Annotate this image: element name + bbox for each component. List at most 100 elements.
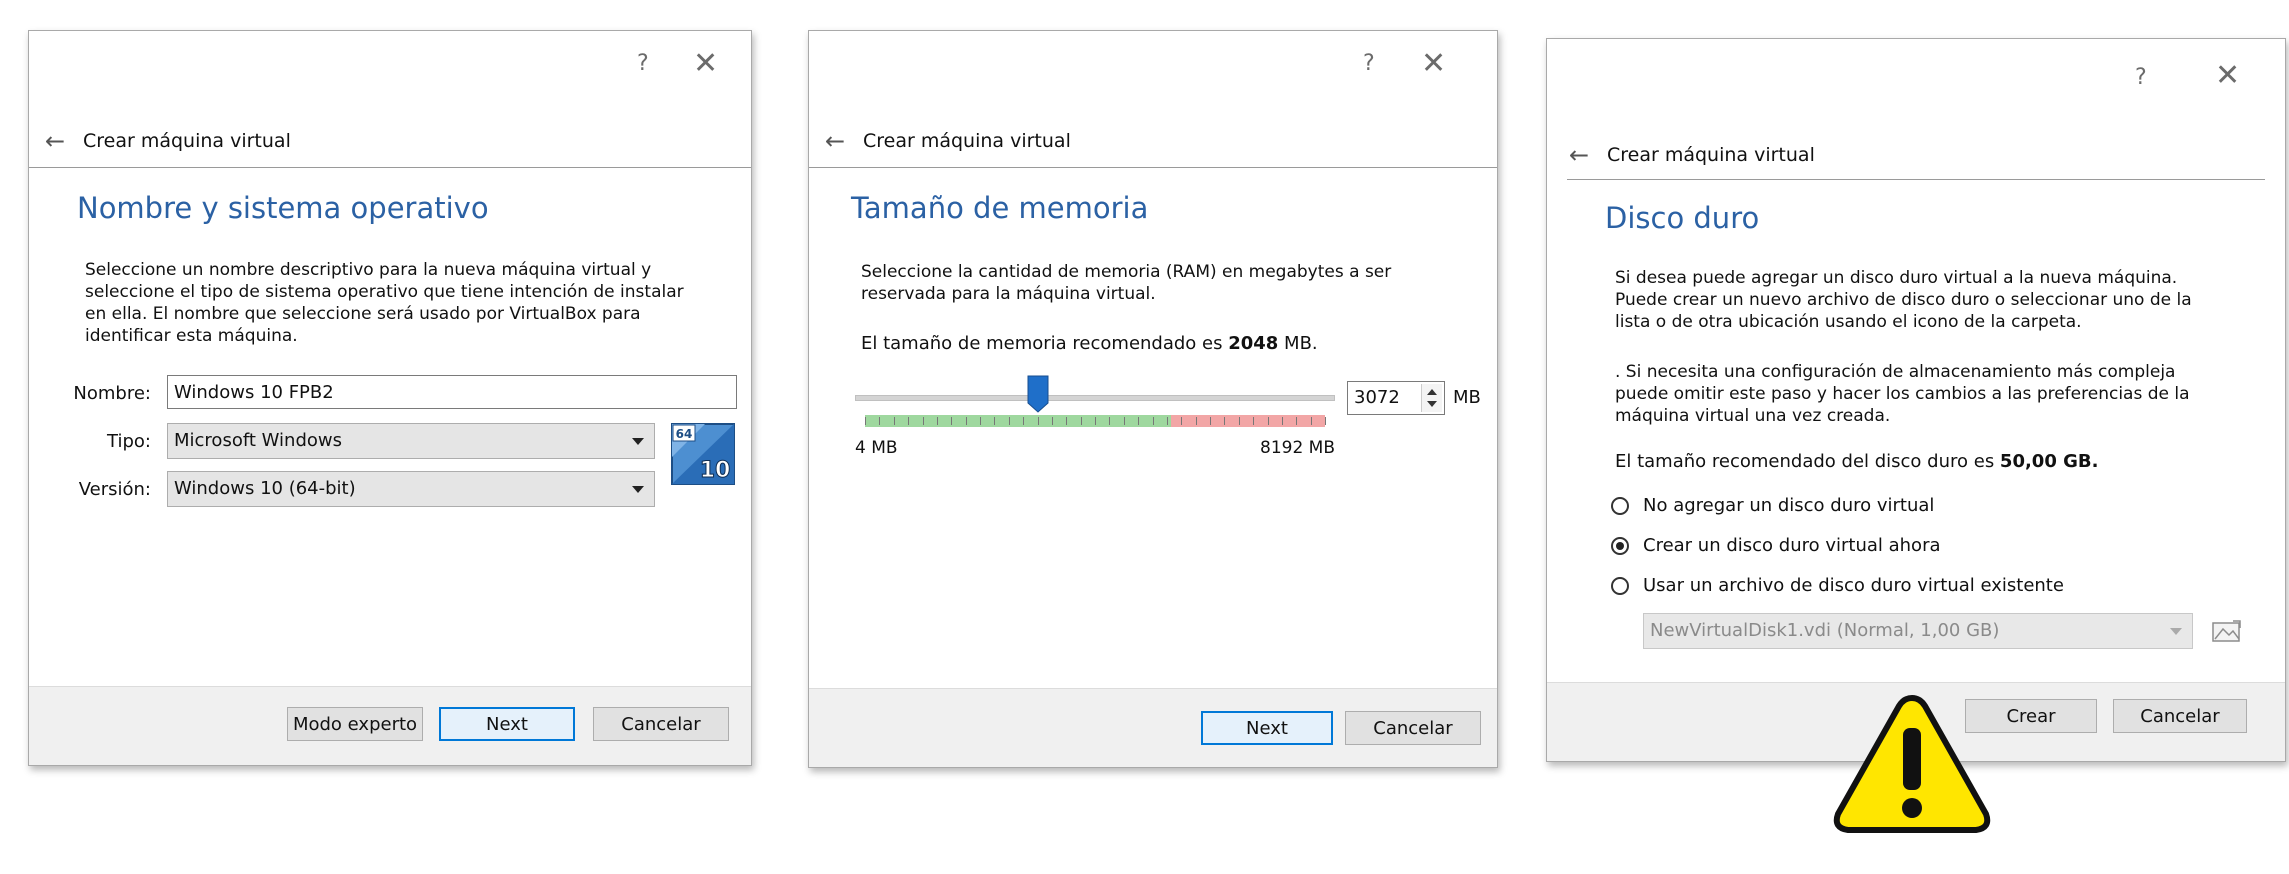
- slider-tick: [1009, 417, 1010, 425]
- memory-slider[interactable]: [855, 371, 1335, 427]
- dialog-name-os: ? ✕ ← Crear máquina virtual Nombre y sis…: [28, 30, 752, 766]
- slider-tick: [1124, 417, 1125, 425]
- radio-existing-disk[interactable]: Usar un archivo de disco duro virtual ex…: [1611, 575, 2064, 596]
- slider-tick: [1282, 417, 1283, 425]
- description: Seleccione la cantidad de memoria (RAM) …: [861, 261, 1391, 305]
- recommended-value: 2048: [1228, 333, 1279, 354]
- header-separator: [1567, 179, 2265, 180]
- recommended-prefix: El tamaño recomendado del disco duro es: [1615, 451, 2000, 472]
- windows-10-os-icon: 64 10: [671, 423, 735, 485]
- cancel-button[interactable]: Cancelar: [1345, 711, 1481, 745]
- slider-tick: [1052, 417, 1053, 425]
- expert-mode-button[interactable]: Modo experto: [287, 707, 423, 741]
- existing-disk-value: NewVirtualDisk1.vdi (Normal, 1,00 GB): [1650, 620, 2000, 641]
- name-field[interactable]: [167, 375, 737, 409]
- slider-min-label: 4 MB: [855, 438, 898, 458]
- folder-browse-icon[interactable]: [2211, 617, 2243, 645]
- slider-tick: [1167, 417, 1168, 425]
- existing-disk-select[interactable]: NewVirtualDisk1.vdi (Normal, 1,00 GB): [1643, 613, 2193, 649]
- close-icon[interactable]: ✕: [1421, 49, 1446, 79]
- next-button[interactable]: Next: [1201, 711, 1333, 745]
- slider-tick: [1325, 417, 1326, 425]
- back-arrow-icon[interactable]: ←: [825, 127, 863, 155]
- cancel-button[interactable]: Cancelar: [2113, 699, 2247, 733]
- header-separator: [29, 167, 751, 168]
- slider-tick: [1023, 417, 1024, 425]
- slider-tick: [1210, 417, 1211, 425]
- description-line: puede omitir este paso y hacer los cambi…: [1615, 384, 2190, 404]
- slider-tick: [937, 417, 938, 425]
- radio-button[interactable]: [1611, 496, 1629, 515]
- help-button[interactable]: ?: [2135, 67, 2147, 89]
- description-line: seleccione el tipo de sistema operativo …: [85, 282, 684, 302]
- spin-down-icon[interactable]: [1427, 401, 1437, 407]
- next-button[interactable]: Next: [439, 707, 575, 741]
- radio-button[interactable]: [1611, 536, 1629, 555]
- radio-create-disk[interactable]: Crear un disco duro virtual ahora: [1611, 535, 1941, 556]
- header-separator: [809, 167, 1497, 168]
- description-1: Si desea puede agregar un disco duro vir…: [1615, 267, 2192, 333]
- recommended-memory: El tamaño de memoria recomendado es 2048…: [861, 333, 1318, 355]
- description-line: Si desea puede agregar un disco duro vir…: [1615, 268, 2178, 288]
- help-button[interactable]: ?: [1363, 53, 1375, 75]
- description-line: máquina virtual una vez creada.: [1615, 406, 1891, 426]
- spin-arrows[interactable]: [1421, 384, 1442, 412]
- description-line: reservada para la máquina virtual.: [861, 284, 1156, 304]
- recommended-prefix: El tamaño de memoria recomendado es: [861, 333, 1229, 354]
- slider-tick: [1181, 417, 1182, 425]
- wizard-title: Crear máquina virtual: [863, 130, 1071, 152]
- back-arrow-icon[interactable]: ←: [45, 127, 83, 155]
- radio-button[interactable]: [1611, 576, 1629, 595]
- description-line: . Si necesita una configuración de almac…: [1615, 362, 2176, 382]
- description-line: Puede crear un nuevo archivo de disco du…: [1615, 290, 2192, 310]
- nav-row: ← Crear máquina virtual: [1547, 141, 2285, 169]
- nav-row: ← Crear máquina virtual: [29, 127, 751, 155]
- memory-unit-label: MB: [1453, 387, 1481, 408]
- wizard-title: Crear máquina virtual: [83, 130, 291, 152]
- back-arrow-icon[interactable]: ←: [1569, 141, 1607, 169]
- version-label: Versión:: [78, 479, 151, 500]
- cancel-button[interactable]: Cancelar: [593, 707, 729, 741]
- description-line: en ella. El nombre que seleccione será u…: [85, 304, 641, 324]
- slider-tick: [879, 417, 880, 425]
- slider-tick: [1109, 417, 1110, 425]
- wizard-title: Crear máquina virtual: [1607, 144, 1815, 166]
- chevron-down-icon: [632, 486, 644, 493]
- type-select-value: Microsoft Windows: [174, 430, 342, 451]
- os-icon-10-label: 10: [700, 458, 731, 483]
- slider-tick: [1038, 417, 1039, 425]
- slider-tick: [923, 417, 924, 425]
- chevron-down-icon: [2170, 628, 2182, 635]
- slider-tick: [894, 417, 895, 425]
- close-icon[interactable]: ✕: [2215, 61, 2240, 91]
- slider-tick: [908, 417, 909, 425]
- warning-icon: !: [1833, 695, 1991, 833]
- slider-tick: [1153, 417, 1154, 425]
- close-icon[interactable]: ✕: [693, 49, 718, 79]
- radio-label: No agregar un disco duro virtual: [1643, 495, 1935, 516]
- radio-no-disk[interactable]: No agregar un disco duro virtual: [1611, 495, 1934, 516]
- help-button[interactable]: ?: [637, 53, 649, 75]
- version-select[interactable]: Windows 10 (64-bit): [167, 471, 655, 507]
- dialog-memory-size: ? ✕ ← Crear máquina virtual Tamaño de me…: [808, 30, 1498, 768]
- chevron-down-icon: [632, 438, 644, 445]
- slider-tick: [951, 417, 952, 425]
- description-line: lista o de otra ubicación usando el icon…: [1615, 312, 2082, 332]
- slider-tick: [1138, 417, 1139, 425]
- slider-tick: [994, 417, 995, 425]
- spin-up-icon[interactable]: [1427, 389, 1437, 395]
- slider-tick: [1196, 417, 1197, 425]
- slider-thumb[interactable]: [1027, 375, 1049, 413]
- slider-tick: [1311, 417, 1312, 425]
- page-title: Tamaño de memoria: [851, 191, 1149, 225]
- page-title: Nombre y sistema operativo: [77, 191, 489, 225]
- memory-spinbox[interactable]: 3072: [1347, 381, 1445, 415]
- description-2: . Si necesita una configuración de almac…: [1615, 361, 2190, 427]
- memory-value: 3072: [1354, 387, 1400, 408]
- version-select-value: Windows 10 (64-bit): [174, 478, 356, 499]
- description-line: Seleccione la cantidad de memoria (RAM) …: [861, 262, 1392, 282]
- nav-row: ← Crear máquina virtual: [809, 127, 1497, 155]
- type-select[interactable]: Microsoft Windows: [167, 423, 655, 459]
- slider-tick: [1066, 417, 1067, 425]
- slider-tick: [1253, 417, 1254, 425]
